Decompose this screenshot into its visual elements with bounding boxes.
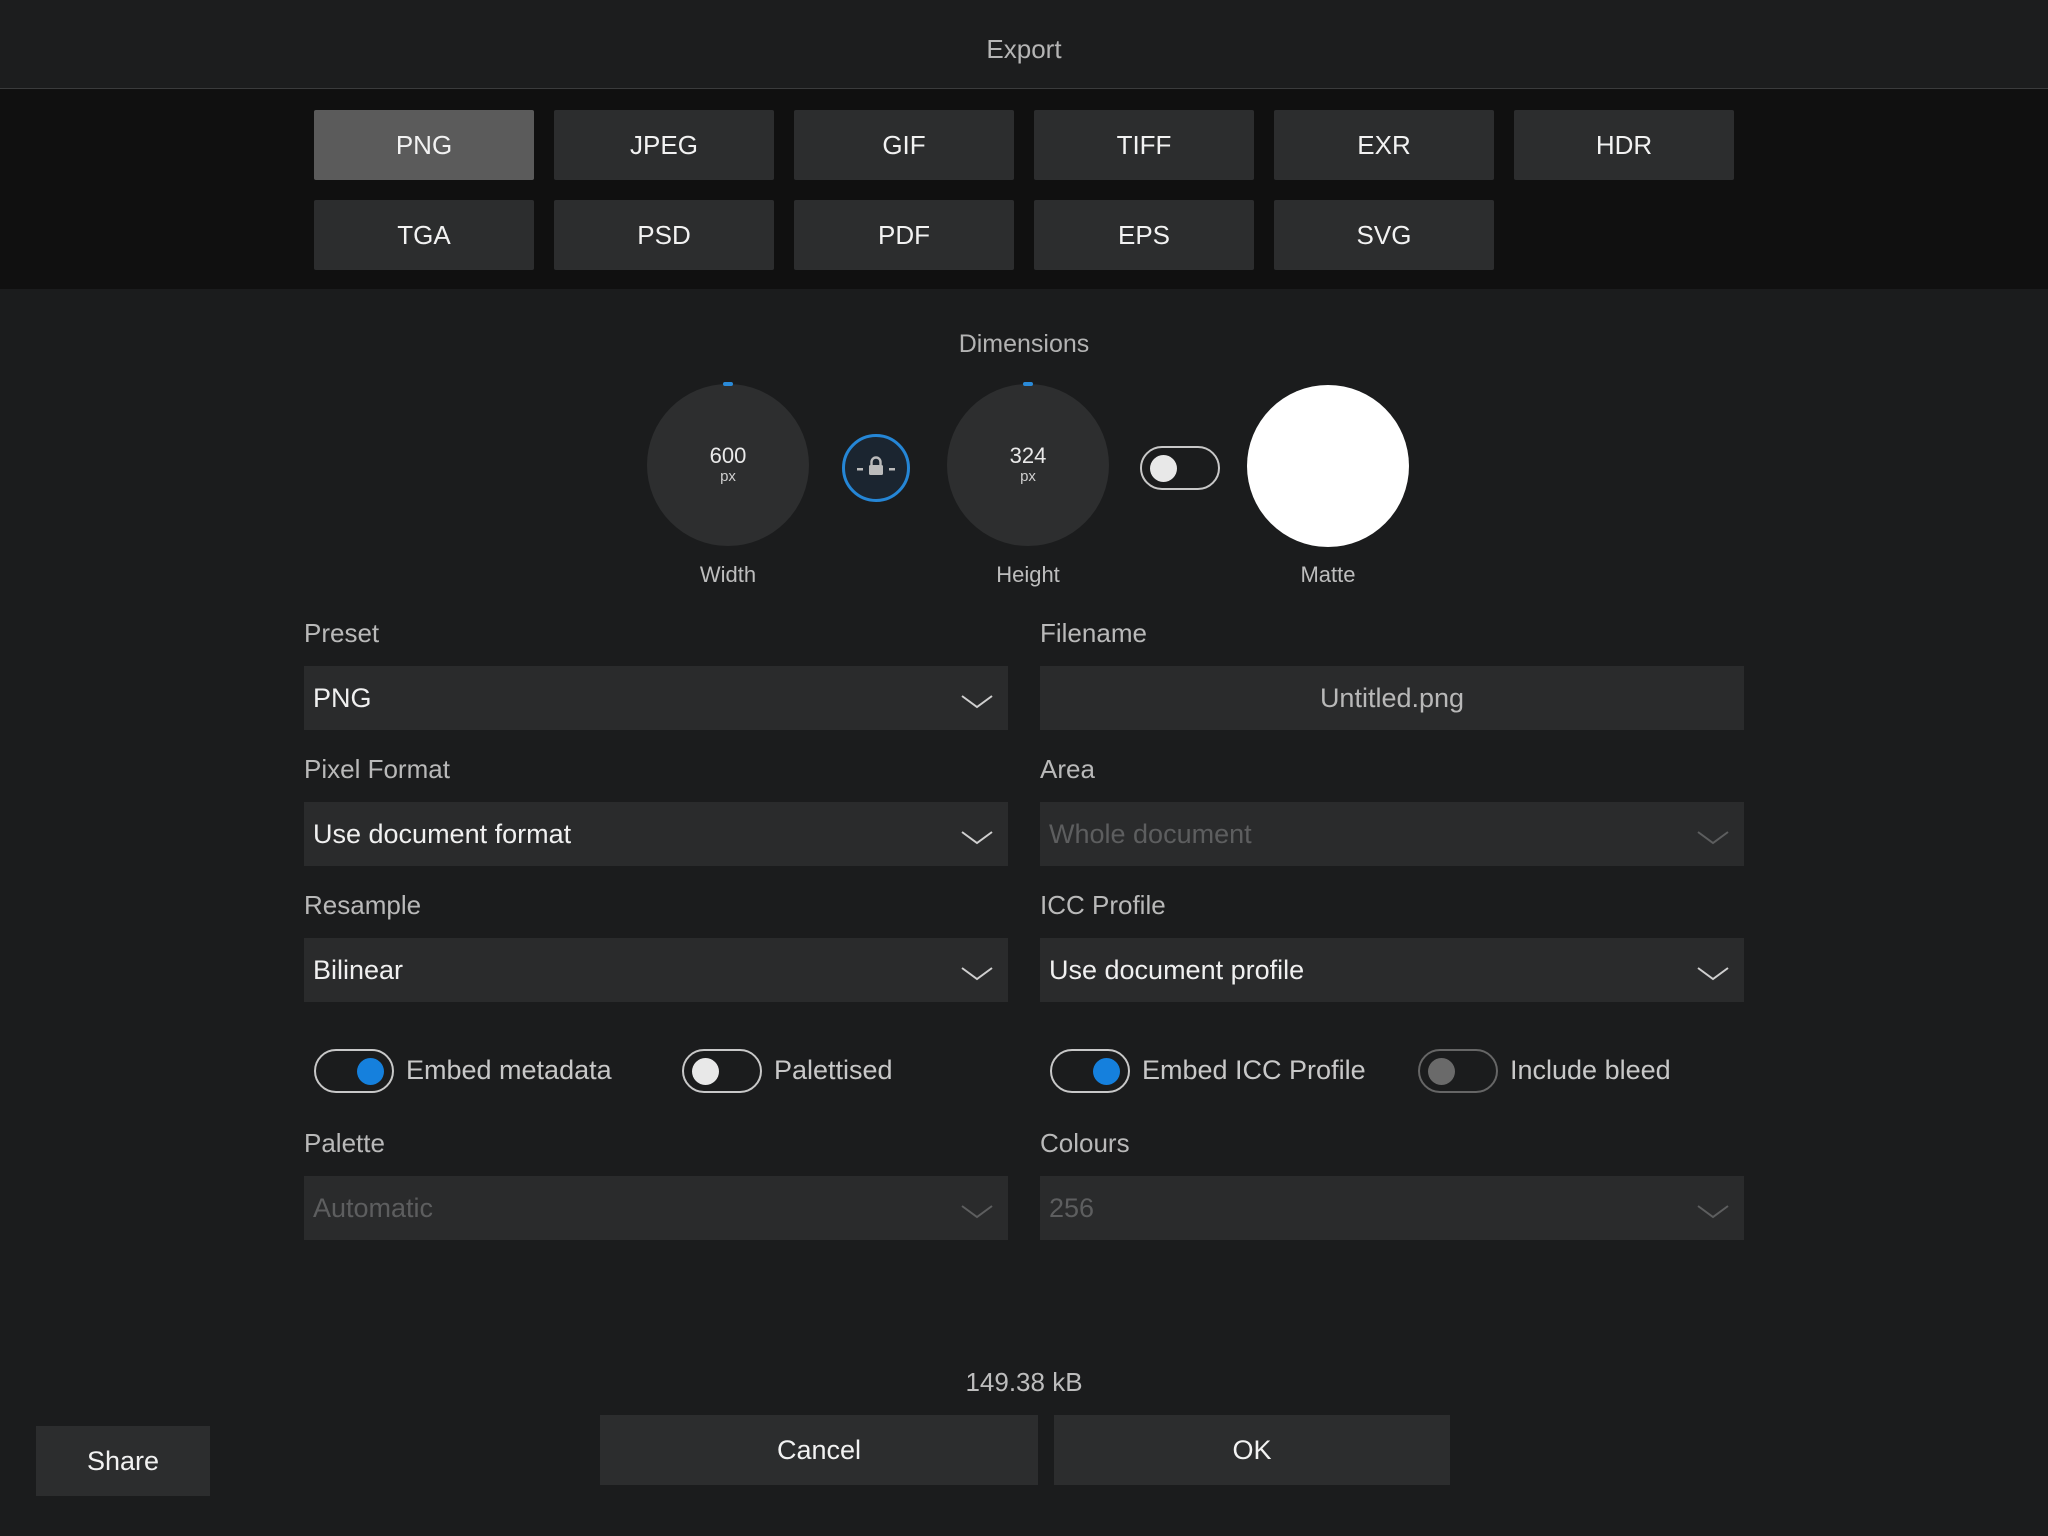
palettised-label: Palettised (774, 1055, 893, 1085)
area-value: Whole document (1049, 818, 1252, 849)
estimated-file-size: 149.38 kB (965, 1367, 1083, 1397)
preset-value: PNG (313, 682, 372, 713)
format-button-tiff[interactable]: TIFF (1034, 110, 1254, 180)
height-dial[interactable]: 324 px (947, 382, 1109, 546)
cancel-button[interactable]: Cancel (600, 1415, 1038, 1485)
format-button-gif[interactable]: GIF (794, 110, 1014, 180)
pixel-format-value: Use document format (313, 818, 572, 849)
share-button[interactable]: Share (36, 1426, 210, 1496)
chevron-down-icon (1696, 824, 1730, 855)
icc-profile-value: Use document profile (1049, 954, 1305, 985)
format-button-psd[interactable]: PSD (554, 200, 774, 270)
palette-label: Palette (304, 1128, 385, 1158)
dialog-title: Export (986, 34, 1062, 64)
height-dial-indicator (1023, 382, 1033, 386)
chevron-down-icon (960, 960, 994, 991)
embed-icc-profile-label: Embed ICC Profile (1142, 1055, 1366, 1085)
format-button-png[interactable]: PNG (314, 110, 534, 180)
format-button-pdf[interactable]: PDF (794, 200, 1014, 270)
palette-value: Automatic (313, 1192, 434, 1223)
format-button-jpeg[interactable]: JPEG (554, 110, 774, 180)
format-button-svg[interactable]: SVG (1274, 200, 1494, 270)
width-value: 600 (709, 443, 747, 468)
aspect-lock-button[interactable] (842, 434, 910, 502)
embed-metadata-toggle[interactable] (314, 1049, 394, 1093)
include-bleed-toggle-knob (1428, 1058, 1455, 1085)
palettised-toggle-knob (692, 1058, 719, 1085)
palettised-toggle[interactable] (682, 1049, 762, 1093)
chevron-down-icon (960, 688, 994, 719)
include-bleed-label: Include bleed (1510, 1055, 1671, 1085)
preset-dropdown[interactable]: PNG (304, 666, 1008, 730)
dimensions-title: Dimensions (958, 330, 1090, 358)
palette-dropdown: Automatic (304, 1176, 1008, 1240)
chevron-down-icon (1696, 1198, 1730, 1229)
title-bar: Export (0, 0, 2048, 89)
width-unit: px (720, 468, 736, 485)
pixel-format-dropdown[interactable]: Use document format (304, 802, 1008, 866)
chevron-down-icon (960, 824, 994, 855)
embed-icc-profile-toggle-knob (1093, 1058, 1120, 1085)
filename-label: Filename (1040, 618, 1147, 648)
colours-value: 256 (1049, 1192, 1095, 1223)
ok-button[interactable]: OK (1054, 1415, 1450, 1485)
matte-toggle[interactable] (1140, 446, 1220, 490)
matte-toggle-knob (1150, 455, 1177, 482)
area-dropdown: Whole document (1040, 802, 1744, 866)
preset-label: Preset (304, 618, 380, 648)
area-label: Area (1040, 754, 1095, 784)
chevron-down-icon (1696, 960, 1730, 991)
format-selector: PNG JPEG GIF TIFF EXR HDR TGA PSD PDF EP… (0, 89, 2048, 289)
icc-profile-label: ICC Profile (1040, 890, 1166, 920)
width-label: Width (699, 562, 757, 587)
embed-metadata-label: Embed metadata (406, 1055, 612, 1085)
format-button-hdr[interactable]: HDR (1514, 110, 1734, 180)
include-bleed-toggle (1418, 1049, 1498, 1093)
resample-dropdown[interactable]: Bilinear (304, 938, 1008, 1002)
width-dial[interactable]: 600 px (647, 382, 809, 546)
lock-icon (856, 454, 896, 483)
height-label: Height (996, 562, 1060, 587)
height-unit: px (1020, 468, 1036, 485)
icc-profile-dropdown[interactable]: Use document profile (1040, 938, 1744, 1002)
embed-metadata-toggle-knob (357, 1058, 384, 1085)
embed-icc-profile-toggle[interactable] (1050, 1049, 1130, 1093)
height-value: 324 (1009, 443, 1047, 468)
colours-label: Colours (1040, 1128, 1130, 1158)
format-button-exr[interactable]: EXR (1274, 110, 1494, 180)
pixel-format-label: Pixel Format (304, 754, 450, 784)
matte-color-swatch[interactable] (1247, 385, 1409, 547)
resample-value: Bilinear (313, 954, 404, 985)
chevron-down-icon (960, 1198, 994, 1229)
format-button-eps[interactable]: EPS (1034, 200, 1254, 270)
colours-dropdown: 256 (1040, 1176, 1744, 1240)
width-dial-indicator (723, 382, 733, 386)
filename-field[interactable]: Untitled.png (1040, 666, 1744, 730)
format-button-tga[interactable]: TGA (314, 200, 534, 270)
matte-label: Matte (1300, 562, 1356, 587)
resample-label: Resample (304, 890, 422, 920)
